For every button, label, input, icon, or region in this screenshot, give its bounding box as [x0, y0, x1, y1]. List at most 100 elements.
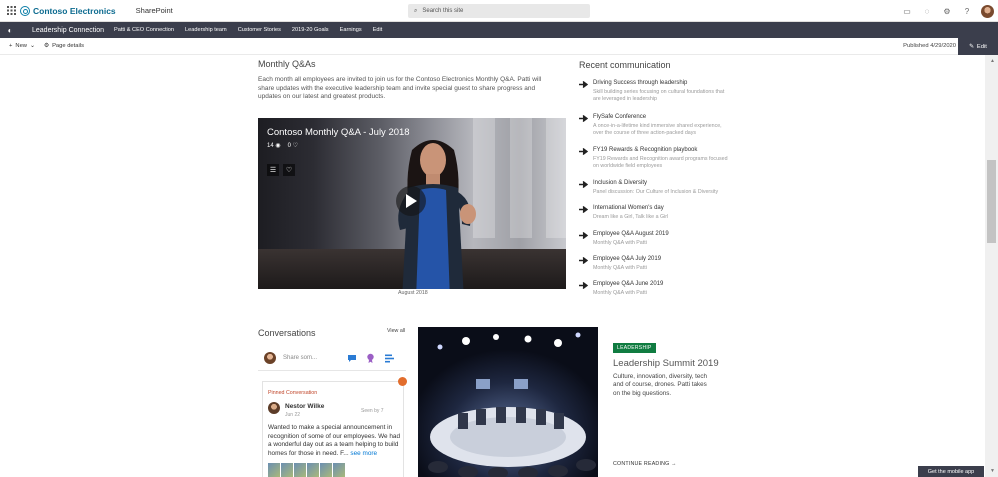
recent-item-subtitle: Monthly Q&A with Patti: [593, 265, 647, 271]
pencil-icon: ✎: [969, 43, 974, 50]
get-mobile-app-button[interactable]: Get the mobile app: [918, 466, 984, 477]
help-icon[interactable]: ?: [957, 0, 977, 22]
gear-icon: ⚙: [43, 43, 50, 49]
recent-item-title: International Women's day: [593, 205, 664, 211]
nav-item-earnings[interactable]: Earnings: [340, 27, 362, 33]
attachment-thumbnail[interactable]: [294, 463, 306, 477]
brand-link[interactable]: Contoso Electronics: [20, 5, 116, 16]
avatar: [264, 352, 276, 364]
likes-count: 0: [287, 143, 291, 149]
category-badge: LEADERSHIP: [613, 343, 656, 353]
page-details-button[interactable]: ⚙ Page details: [44, 43, 84, 49]
chat-bubble-icon[interactable]: [346, 353, 357, 363]
pinned-conversation-card[interactable]: Pinned Conversation Nestor Wilke Jun 22 …: [262, 377, 407, 477]
arrow-right-icon: [579, 232, 588, 239]
section-title-conversations: Conversations: [258, 328, 316, 338]
summit-description: Culture, innovation, diversity, tech and…: [613, 373, 708, 397]
user-avatar[interactable]: [981, 4, 994, 18]
post-text: Wanted to make a special announcement in…: [268, 424, 401, 458]
author-name[interactable]: Nestor Wilke: [285, 403, 324, 410]
nav-item-leadership-team[interactable]: Leadership team: [185, 27, 227, 33]
arrow-right-icon: [579, 181, 588, 188]
search-box[interactable]: ⌕ Search this site: [408, 4, 590, 18]
pinned-label: Pinned Conversation: [268, 390, 318, 396]
suite-actions: ▭ ◌ ⚙ ?: [897, 0, 998, 22]
edit-label: Edit: [976, 43, 987, 50]
play-button[interactable]: [396, 186, 426, 216]
recent-item-title: FY19 Rewards & Recognition playbook: [593, 147, 698, 153]
search-placeholder: Search this site: [422, 8, 464, 14]
edit-page-button[interactable]: ✎ Edit: [958, 38, 998, 55]
recent-item-subtitle: Panel discussion: Our Culture of Inclusi…: [593, 189, 719, 195]
recent-item-title: Employee Q&A July 2019: [593, 256, 662, 262]
brand-name: Contoso Electronics: [33, 5, 116, 16]
praise-icon[interactable]: [365, 353, 376, 363]
like-icon[interactable]: ♡: [283, 164, 295, 176]
attachment-thumbnail[interactable]: [307, 463, 319, 477]
attachment-thumbnail[interactable]: [281, 463, 293, 477]
continue-reading-link[interactable]: CONTINUE READING →: [613, 461, 677, 467]
recent-item-subtitle: Dream like a Girl, Talk like a Girl: [593, 214, 669, 220]
arrow-right-icon: [579, 148, 588, 155]
search-icon: ⌕: [414, 7, 418, 14]
new-label: New: [15, 43, 27, 49]
recent-item-title: FlySafe Conference: [593, 114, 647, 120]
contoso-logo-icon: [20, 5, 30, 16]
poll-icon[interactable]: [384, 353, 395, 363]
attachment-thumbnail[interactable]: [320, 463, 332, 477]
recent-item-title: Driving Success through leadership: [593, 80, 688, 86]
chevron-down-icon: ⌄: [30, 43, 35, 49]
hub-title[interactable]: Leadership Connection: [32, 27, 104, 34]
scroll-up-icon[interactable]: ▲: [990, 58, 995, 64]
scrollbar-thumb[interactable]: [987, 160, 996, 243]
app-launcher-icon[interactable]: [0, 0, 22, 22]
video-stats: 14 ◉ 0 ♡: [267, 142, 298, 149]
continue-reading-label: CONTINUE READING: [613, 461, 670, 467]
heart-icon: ♡: [292, 143, 299, 149]
chat-icon[interactable]: ▭: [897, 0, 917, 22]
attachment-thumbnail[interactable]: [268, 463, 280, 477]
arrow-right-icon: →: [671, 461, 677, 467]
playlist-icon[interactable]: ☰: [267, 164, 279, 176]
video-title: Contoso Monthly Q&A - July 2018: [267, 127, 410, 138]
summit-title[interactable]: Leadership Summit 2019: [613, 358, 719, 369]
video-actions: ☰ ♡: [267, 164, 295, 176]
section-title-monthly-qa: Monthly Q&As: [258, 59, 316, 69]
recent-item-title: Inclusion & Diversity: [593, 180, 648, 186]
play-icon: [406, 194, 417, 208]
app-name[interactable]: SharePoint: [136, 6, 173, 15]
attachment-thumbnail[interactable]: [333, 463, 345, 477]
video-caption: August 2018: [398, 290, 428, 296]
share-composer: Share som...: [264, 351, 404, 365]
nav-item-customer-stories[interactable]: Customer Stories: [238, 27, 281, 33]
scrollbar[interactable]: [985, 55, 998, 477]
author-avatar: [268, 402, 280, 414]
video-player[interactable]: Contoso Monthly Q&A - July 2018 14 ◉ 0 ♡…: [258, 118, 566, 289]
scroll-down-icon[interactable]: ▼: [990, 468, 995, 474]
recent-item-title: Employee Q&A August 2019: [593, 231, 669, 237]
pin-icon: [398, 377, 407, 386]
share-input[interactable]: Share som...: [283, 355, 338, 361]
summit-hero-image[interactable]: [418, 327, 598, 477]
recent-item-subtitle: Monthly Q&A with Patti: [593, 290, 647, 296]
new-button[interactable]: + New ⌄: [9, 43, 35, 49]
arrow-right-icon: [579, 81, 588, 88]
nav-item-edit[interactable]: Edit: [373, 27, 383, 33]
nav-item-patti[interactable]: Patti & CEO Connection: [114, 27, 174, 33]
see-more-link[interactable]: see more: [350, 450, 377, 457]
recent-item-subtitle: Skill building series focusing on cultur…: [593, 89, 725, 102]
qa-description: Each month all employees are invited to …: [258, 76, 542, 101]
settings-icon[interactable]: ⚙: [937, 0, 957, 22]
view-all-link[interactable]: View all: [387, 328, 405, 334]
hub-logo-icon[interactable]: ◐: [0, 26, 20, 35]
plus-icon: +: [9, 43, 13, 49]
notifications-icon[interactable]: ◌: [917, 0, 937, 22]
section-title-recent-communication: Recent communication: [579, 60, 671, 70]
recent-item-subtitle: Monthly Q&A with Patti: [593, 240, 647, 246]
post-body: Wanted to make a special announcement in…: [268, 424, 402, 459]
arrow-right-icon: [579, 257, 588, 264]
views-count: 14: [267, 143, 274, 149]
presenter-image: [398, 140, 476, 289]
arrow-right-icon: [579, 115, 588, 122]
nav-item-goals[interactable]: 2019-20 Goals: [292, 27, 329, 33]
